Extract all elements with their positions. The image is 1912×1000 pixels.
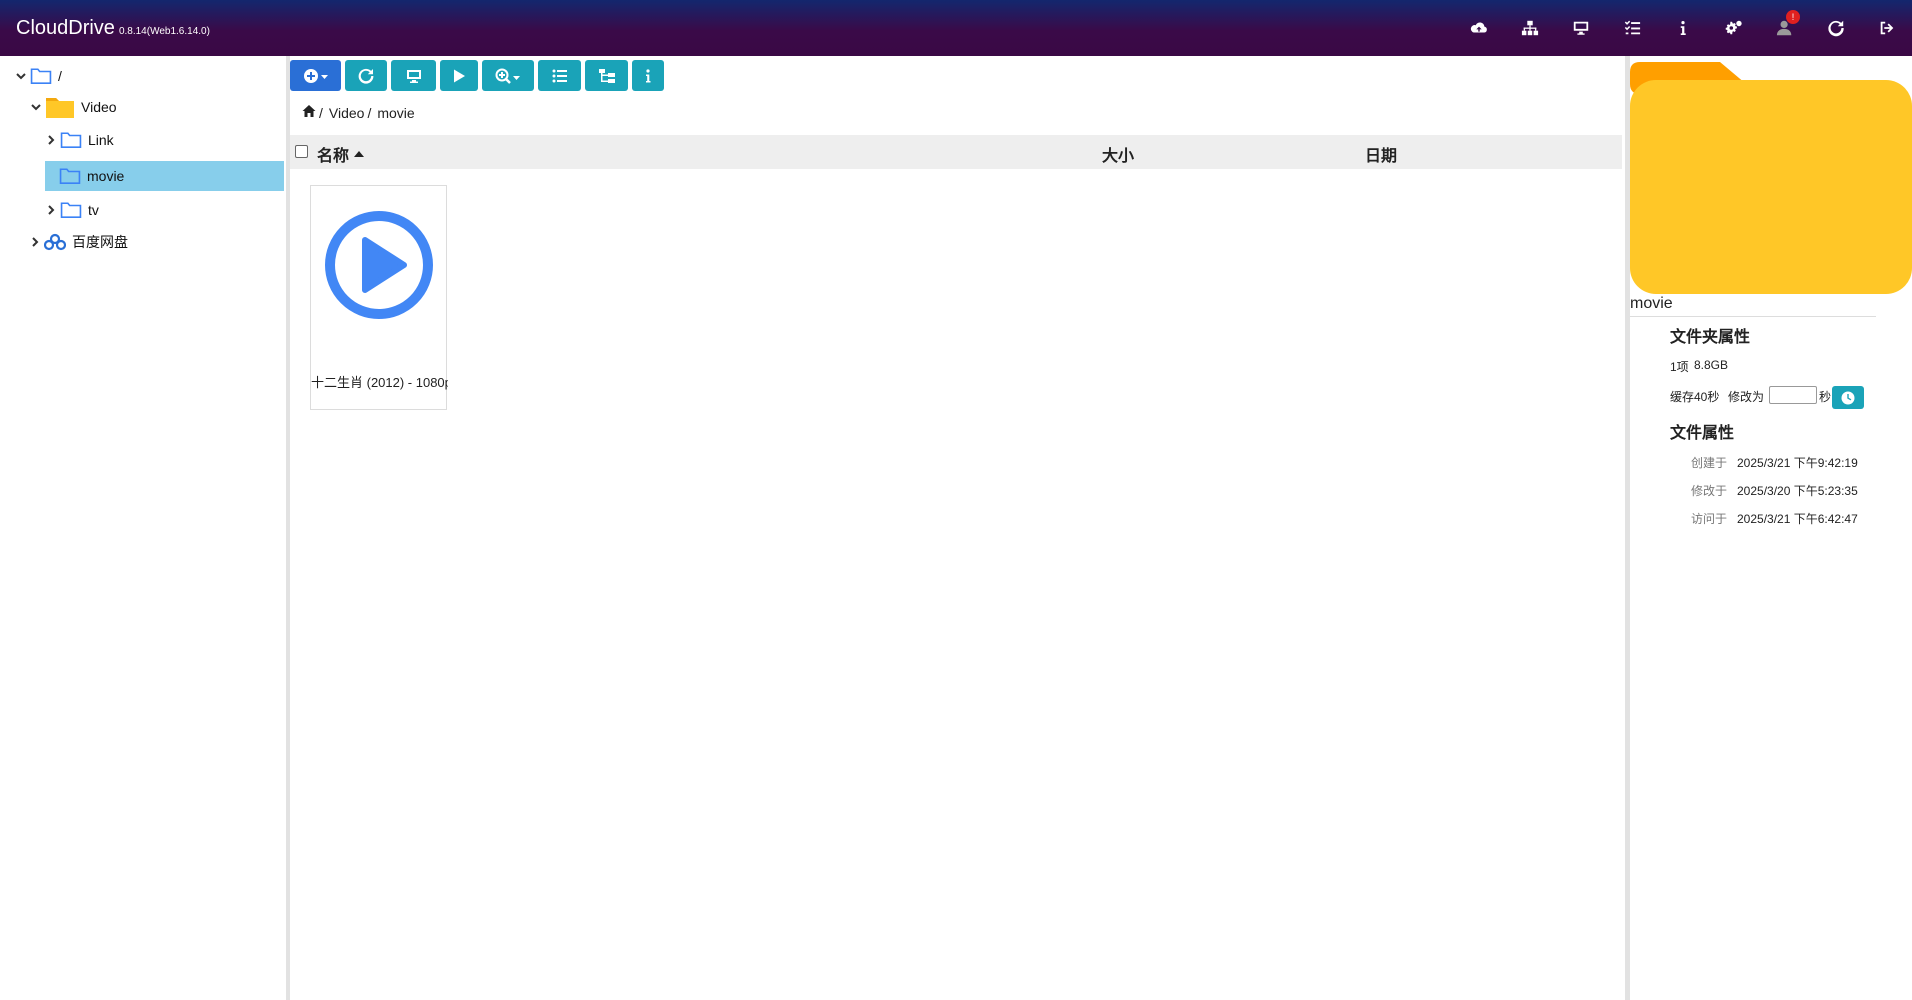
breadcrumb-separator: / (319, 104, 323, 121)
tree-label-video: Video (81, 99, 117, 115)
chevron-down-icon[interactable] (29, 100, 43, 114)
logout-icon[interactable] (1861, 0, 1912, 56)
refresh-icon[interactable] (1810, 0, 1861, 56)
column-name-label: 名称 (317, 148, 350, 165)
column-date-label: 日期 (1365, 148, 1398, 165)
breadcrumb-video[interactable]: Video (329, 105, 365, 121)
header-actions: ! (1453, 0, 1912, 56)
file-list-header: 名称 大小 日期 (290, 135, 1622, 169)
modify-to-label: 修改为 (1728, 390, 1765, 404)
cache-duration: 缓存40秒 (1670, 390, 1720, 404)
modified-label: 修改于 (1691, 484, 1728, 498)
tree-node-tv[interactable]: tv (44, 195, 99, 225)
tree-node-movie[interactable]: movie (45, 161, 284, 191)
play-icon (454, 69, 465, 82)
apply-cache-button[interactable] (1832, 386, 1864, 409)
tree-label-baidu: 百度网盘 (72, 234, 128, 250)
column-size[interactable]: 大小 (1102, 142, 1134, 166)
app-version: 0.8.14(Web1.6.14.0) (118, 25, 210, 37)
home-icon[interactable] (302, 104, 316, 121)
tree-node-root[interactable]: / (14, 61, 62, 91)
file-card[interactable]: 十二生肖 (2012) - 1080p.mkv (310, 185, 448, 410)
folder-outline-icon (60, 202, 82, 219)
clock-icon (1841, 391, 1855, 404)
info-button[interactable] (632, 60, 664, 91)
total-size: 8.8GB (1694, 358, 1729, 372)
breadcrumb: / Video / movie (302, 104, 415, 121)
refresh-icon (358, 68, 374, 84)
video-play-icon (325, 211, 433, 319)
folder-tree-icon (598, 68, 615, 83)
tree-node-link[interactable]: Link (44, 125, 114, 155)
chevron-down-icon[interactable] (14, 69, 28, 83)
column-name[interactable]: 名称 (317, 142, 365, 166)
created-label: 创建于 (1691, 456, 1728, 470)
folder-properties-title: 文件夹属性 (1670, 329, 1751, 346)
tree-label-link: Link (88, 132, 114, 148)
seconds-unit: 秒 (1819, 390, 1832, 404)
notification-badge: ! (1786, 10, 1800, 24)
column-size-label: 大小 (1102, 148, 1135, 165)
monitor-icon[interactable] (1555, 0, 1606, 56)
app-name: CloudDrive (16, 16, 115, 39)
settings-icon[interactable] (1708, 0, 1759, 56)
folder-icon (1630, 62, 1912, 294)
add-button[interactable] (290, 60, 341, 91)
add-circle-icon (303, 68, 328, 83)
file-toolbar (290, 60, 668, 92)
tree-label-movie: movie (87, 168, 125, 184)
play-button[interactable] (440, 60, 478, 91)
selected-folder-name: movie (1630, 295, 1876, 317)
baidu-cloud-icon (44, 233, 66, 251)
accessed-value: 2025/3/21 下午6:42:47 (1737, 512, 1858, 526)
breadcrumb-movie[interactable]: movie (377, 105, 414, 121)
chevron-right-icon[interactable] (44, 133, 58, 147)
tree-label-tv: tv (88, 202, 99, 218)
info-icon (646, 68, 651, 82)
tree-node-baidu[interactable]: 百度网盘 (28, 227, 128, 257)
left-splitter[interactable] (286, 56, 290, 1000)
folder-outline-icon (60, 132, 82, 149)
item-count: 1项 (1670, 360, 1689, 374)
column-date[interactable]: 日期 (1365, 142, 1397, 166)
user-icon[interactable]: ! (1759, 0, 1810, 56)
folder-outline-icon (59, 168, 81, 185)
task-list-icon[interactable] (1606, 0, 1657, 56)
folder-outline-icon (30, 68, 52, 85)
chevron-right-icon[interactable] (44, 203, 58, 217)
file-properties-title: 文件属性 (1670, 425, 1735, 442)
list-view-button[interactable] (538, 60, 581, 91)
folder-open-icon (46, 98, 74, 118)
cloud-upload-icon[interactable] (1453, 0, 1504, 56)
tree-label-root: / (58, 68, 62, 84)
accessed-label: 访问于 (1691, 512, 1728, 526)
tree-node-video[interactable]: Video (29, 92, 117, 122)
details-panel: movie 文件夹属性 1项 8.8GB 缓存40秒 修改为 秒 文件属性 创建… (1630, 56, 1912, 1000)
folder-tree: / Video Link movie tv 百度网盘 (0, 56, 286, 1000)
tree-view-button[interactable] (585, 60, 628, 91)
brand: CloudDrive 0.8.14(Web1.6.14.0) (16, 17, 210, 40)
sort-ascending-icon (354, 151, 365, 157)
search-plus-icon (495, 68, 520, 84)
select-all-checkbox[interactable] (295, 145, 308, 158)
info-icon[interactable] (1657, 0, 1708, 56)
search-button[interactable] (482, 60, 534, 91)
monitor-icon (406, 69, 421, 83)
network-icon[interactable] (1504, 0, 1555, 56)
modified-value: 2025/3/20 下午5:23:35 (1737, 484, 1858, 498)
monitor-button[interactable] (391, 60, 436, 91)
chevron-right-icon[interactable] (28, 235, 42, 249)
file-name: 十二生肖 (2012) - 1080p.mkv (311, 375, 448, 390)
cache-seconds-input[interactable] (1769, 386, 1817, 404)
refresh-button[interactable] (345, 60, 387, 91)
list-icon (552, 69, 567, 82)
top-bar: CloudDrive 0.8.14(Web1.6.14.0) ! (0, 0, 1912, 56)
created-value: 2025/3/21 下午9:42:19 (1737, 456, 1858, 470)
breadcrumb-separator: / (367, 104, 372, 121)
